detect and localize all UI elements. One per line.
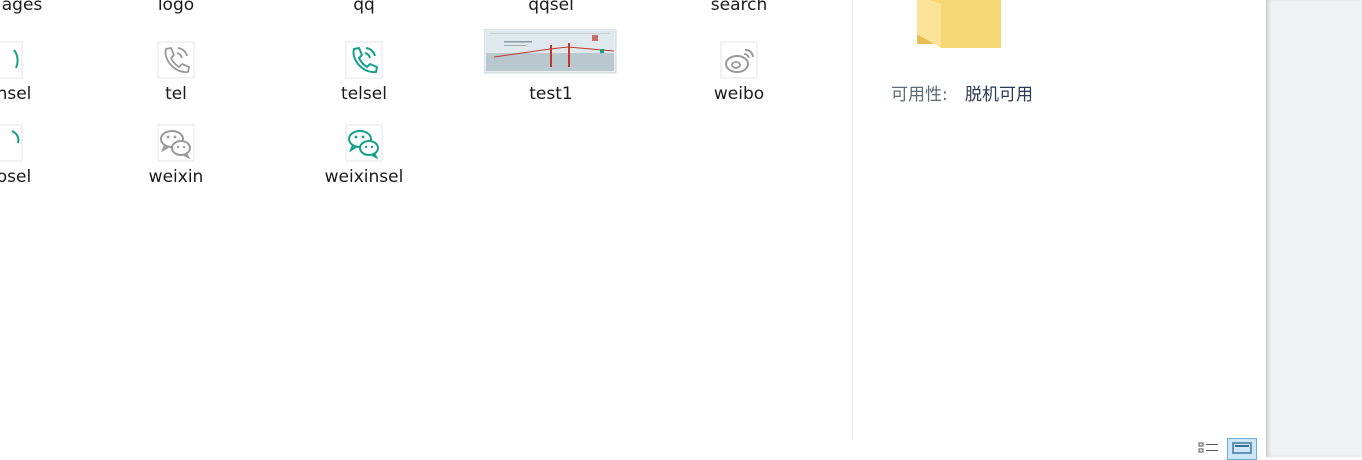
file-item-osel[interactable]: osel	[0, 119, 84, 189]
file-label: test1	[529, 84, 573, 104]
details-pane: 可用性: 脱机可用	[853, 0, 1266, 460]
file-item-nsel[interactable]: nsel	[0, 36, 84, 106]
wechat-icon-selected	[342, 121, 386, 165]
file-label: search	[710, 0, 768, 15]
file-item-weibo[interactable]: weibo	[669, 36, 809, 106]
file-item-tel[interactable]: tel	[106, 36, 246, 106]
file-label: nsel	[0, 84, 32, 104]
file-label: ages	[1, 0, 43, 15]
availability-value: 脱机可用	[965, 85, 1033, 105]
teal-icon-partial	[0, 38, 28, 82]
file-label: qqsel	[528, 0, 574, 15]
wechat-icon	[154, 121, 198, 165]
phone-icon	[154, 38, 198, 82]
folder-icon	[911, 0, 1007, 66]
file-item-telsel[interactable]: telsel	[294, 36, 434, 106]
large-icons-view-icon	[1232, 440, 1252, 459]
file-label: telsel	[341, 84, 387, 104]
file-label: qq	[353, 0, 375, 15]
weibo-icon	[717, 38, 761, 82]
file-label: weixinsel	[324, 167, 404, 187]
file-label: logo	[157, 0, 195, 15]
file-item-test1[interactable]: test1	[481, 28, 621, 106]
availability-label: 可用性:	[891, 85, 948, 105]
file-item-weixin[interactable]: weixin	[106, 119, 246, 189]
file-label: weibo	[713, 84, 765, 104]
file-item-weixinsel[interactable]: weixinsel	[294, 119, 434, 189]
file-label: tel	[165, 84, 187, 104]
file-list-pane: ages logo qq qqsel search nsel tel telse…	[0, 0, 852, 457]
window-background	[1266, 0, 1362, 457]
details-view-icon	[1198, 440, 1220, 459]
file-label: weixin	[148, 167, 204, 187]
phone-icon-selected	[342, 38, 386, 82]
image-thumbnail	[484, 28, 618, 76]
teal-icon-partial	[0, 121, 28, 165]
file-label: osel	[0, 167, 32, 187]
